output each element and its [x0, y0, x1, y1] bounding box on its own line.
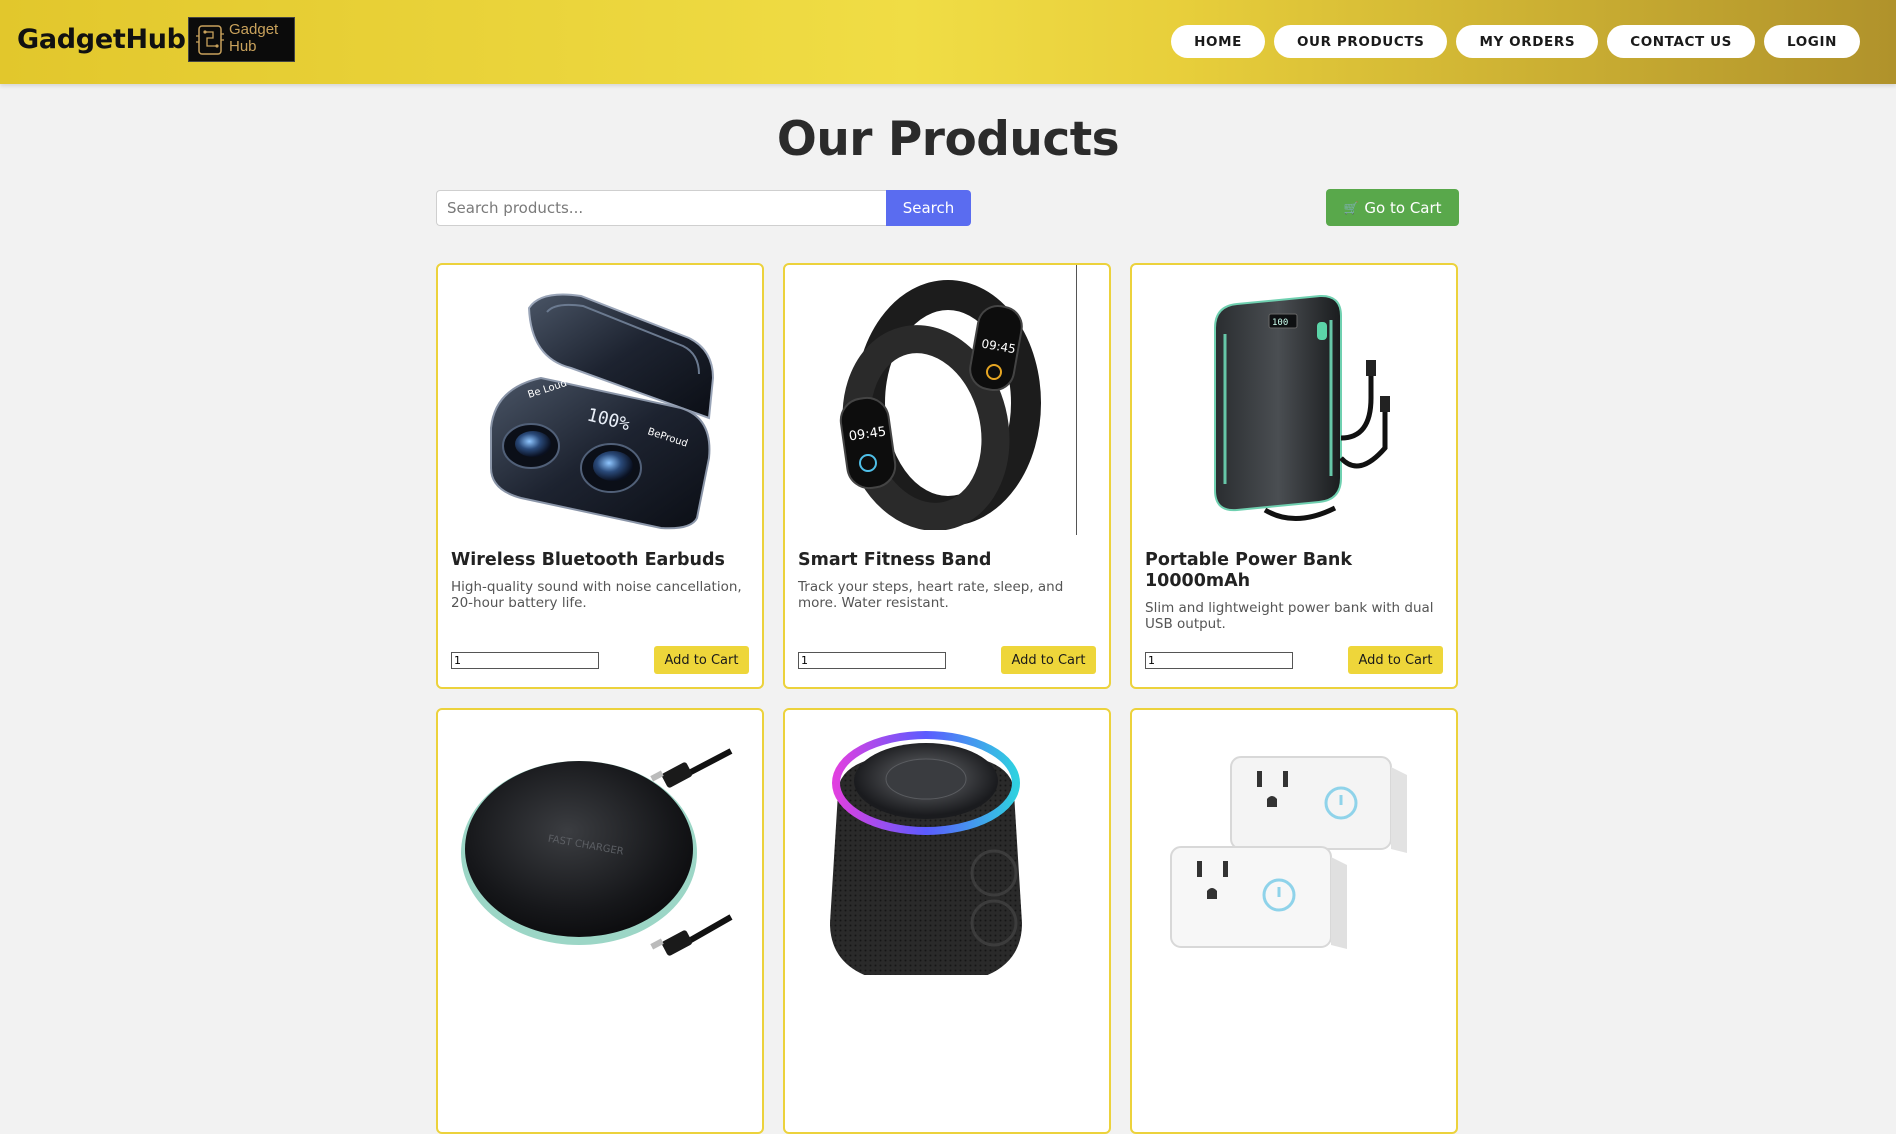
search-bar: Search	[436, 190, 971, 226]
go-to-cart-button[interactable]: 🛒 Go to Cart	[1326, 189, 1459, 226]
quantity-input[interactable]	[1145, 652, 1293, 669]
product-card: FAST CHARGER	[436, 708, 764, 1134]
brand-name[interactable]: GadgetHub	[17, 24, 186, 55]
add-to-cart-button[interactable]: Add to Cart	[1348, 646, 1443, 674]
product-description: Slim and lightweight power bank with dua…	[1145, 600, 1434, 632]
nav-login[interactable]: LOGIN	[1764, 25, 1860, 58]
logo-text: Gadget Hub	[229, 21, 293, 55]
product-name: Wireless Bluetooth Earbuds	[451, 550, 725, 570]
nav-home[interactable]: HOME	[1171, 25, 1265, 58]
svg-text:100: 100	[1272, 318, 1288, 328]
main-nav: HOME OUR PRODUCTS MY ORDERS CONTACT US L…	[1171, 25, 1860, 58]
earbuds-image: 100% Be Loud BeProud	[490, 293, 715, 530]
quantity-input[interactable]	[798, 652, 946, 669]
add-to-cart-button[interactable]: Add to Cart	[1001, 646, 1096, 674]
wireless-charger-image: FAST CHARGER	[461, 748, 733, 956]
logo-word-hub: Hub	[229, 38, 257, 55]
search-button[interactable]: Search	[886, 190, 971, 226]
product-description: Track your steps, heart rate, sleep, and…	[798, 579, 1064, 611]
bluetooth-speaker-image	[830, 731, 1022, 975]
site-header: GadgetHub Gadget Hub HOME OUR PRODUCTS M…	[0, 0, 1896, 84]
product-card	[1130, 708, 1458, 1134]
product-description: High-quality sound with noise cancellati…	[451, 579, 742, 611]
nav-contact-us[interactable]: CONTACT US	[1607, 25, 1755, 58]
smart-plug-image	[1170, 756, 1407, 949]
brand-logo[interactable]: Gadget Hub	[188, 17, 295, 62]
product-card: 09:45 09:45 Smart Fitness Band Track you…	[783, 263, 1111, 689]
nav-my-orders[interactable]: MY ORDERS	[1456, 25, 1599, 58]
quantity-input[interactable]	[451, 652, 599, 669]
product-grid: 100% Be Loud BeProud Wireless Bluetooth …	[436, 263, 1458, 1134]
product-name: Smart Fitness Band	[798, 550, 992, 570]
circuit-chip-icon	[196, 25, 224, 55]
nav-our-products[interactable]: OUR PRODUCTS	[1273, 25, 1448, 58]
cart-icon: 🛒	[1343, 200, 1359, 215]
page-title: Our Products	[776, 112, 1120, 167]
power-bank-image: 100	[1214, 294, 1390, 521]
fitness-band-image: 09:45 09:45	[839, 280, 1041, 530]
product-name: Portable Power Bank 10000mAh	[1145, 550, 1352, 591]
image-edge-line	[1076, 265, 1077, 535]
product-card	[783, 708, 1111, 1134]
go-to-cart-label: Go to Cart	[1364, 198, 1442, 217]
product-card: 100% Be Loud BeProud Wireless Bluetooth …	[436, 263, 764, 689]
search-input[interactable]	[436, 190, 886, 226]
add-to-cart-button[interactable]: Add to Cart	[654, 646, 749, 674]
product-card: 100 Portable Power Bank 10000mAh Slim an…	[1130, 263, 1458, 689]
logo-word-gadget: Gadget	[229, 21, 279, 38]
